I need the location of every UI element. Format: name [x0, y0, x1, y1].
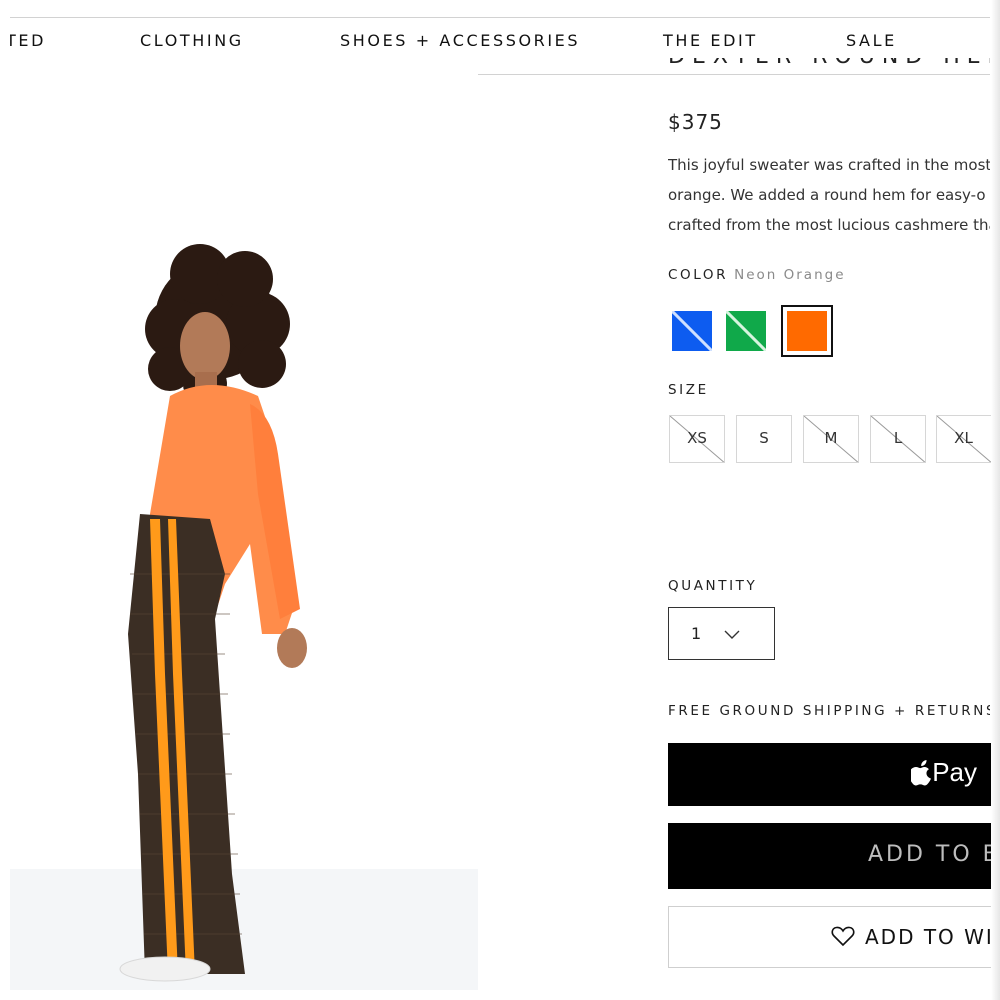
- chevron-down-icon: [724, 630, 740, 639]
- size-option-xl[interactable]: XL: [936, 415, 991, 463]
- product-title-text: DEXTER ROUND HEM: [668, 58, 990, 69]
- description-line: orange. We added a round hem for easy-o: [668, 186, 986, 204]
- product-title: DEXTER ROUND HEM: [668, 58, 990, 78]
- apple-logo-icon: [911, 760, 931, 786]
- description-line: crafted from the most lucious cashmere t…: [668, 216, 990, 234]
- product-description: This joyful sweater was crafted in the m…: [668, 150, 990, 240]
- quantity-value: 1: [691, 624, 702, 643]
- add-to-wishlist-label: ADD TO WISHLIST: [865, 925, 991, 949]
- quantity-select[interactable]: 1: [668, 607, 775, 660]
- color-swatch-green[interactable]: [722, 305, 774, 357]
- color-swatch-blue[interactable]: [668, 305, 720, 357]
- size-option-label: XS: [687, 429, 707, 447]
- product-price: $375: [668, 110, 723, 134]
- unavailable-slash-icon: [672, 311, 712, 351]
- add-to-bag-button[interactable]: ADD TO BAG: [668, 823, 991, 889]
- nav-item-shoes-accessories[interactable]: SHOES + ACCESSORIES: [340, 18, 580, 74]
- size-option-m[interactable]: M: [803, 415, 859, 463]
- size-option-xs[interactable]: XS: [669, 415, 725, 463]
- heart-icon: [831, 926, 855, 947]
- add-to-wishlist-button[interactable]: ADD TO WISHLIST: [668, 906, 991, 968]
- size-option-label: XL: [954, 429, 973, 447]
- size-option-label: L: [893, 429, 903, 447]
- product-image[interactable]: [10, 74, 478, 990]
- nav-item-clothing[interactable]: CLOTHING: [140, 18, 244, 74]
- size-option-s[interactable]: S: [736, 415, 792, 463]
- size-label: SIZE: [668, 382, 709, 398]
- apple-pay-button[interactable]: Pay: [668, 743, 991, 806]
- add-to-bag-label: ADD TO BAG: [868, 842, 991, 867]
- description-line: This joyful sweater was crafted in the m…: [668, 156, 990, 174]
- apple-pay-label: Pay: [932, 757, 977, 787]
- size-option-label: M: [824, 429, 838, 447]
- model-illustration: [10, 244, 478, 990]
- nav-item-featured[interactable]: TED: [10, 18, 46, 74]
- page-edge: [991, 0, 1000, 1000]
- color-swatch-orange[interactable]: [781, 305, 833, 357]
- size-option-l[interactable]: L: [870, 415, 926, 463]
- shipping-notice: FREE GROUND SHIPPING + RETURNS: [668, 703, 990, 719]
- size-option-label: S: [759, 429, 769, 447]
- quantity-label: QUANTITY: [668, 578, 758, 594]
- color-label-text: COLOR: [668, 267, 729, 283]
- selected-color-name: Neon Orange: [734, 267, 846, 283]
- color-label: COLOR Neon Orange: [668, 267, 846, 283]
- unavailable-slash-icon: [726, 311, 766, 351]
